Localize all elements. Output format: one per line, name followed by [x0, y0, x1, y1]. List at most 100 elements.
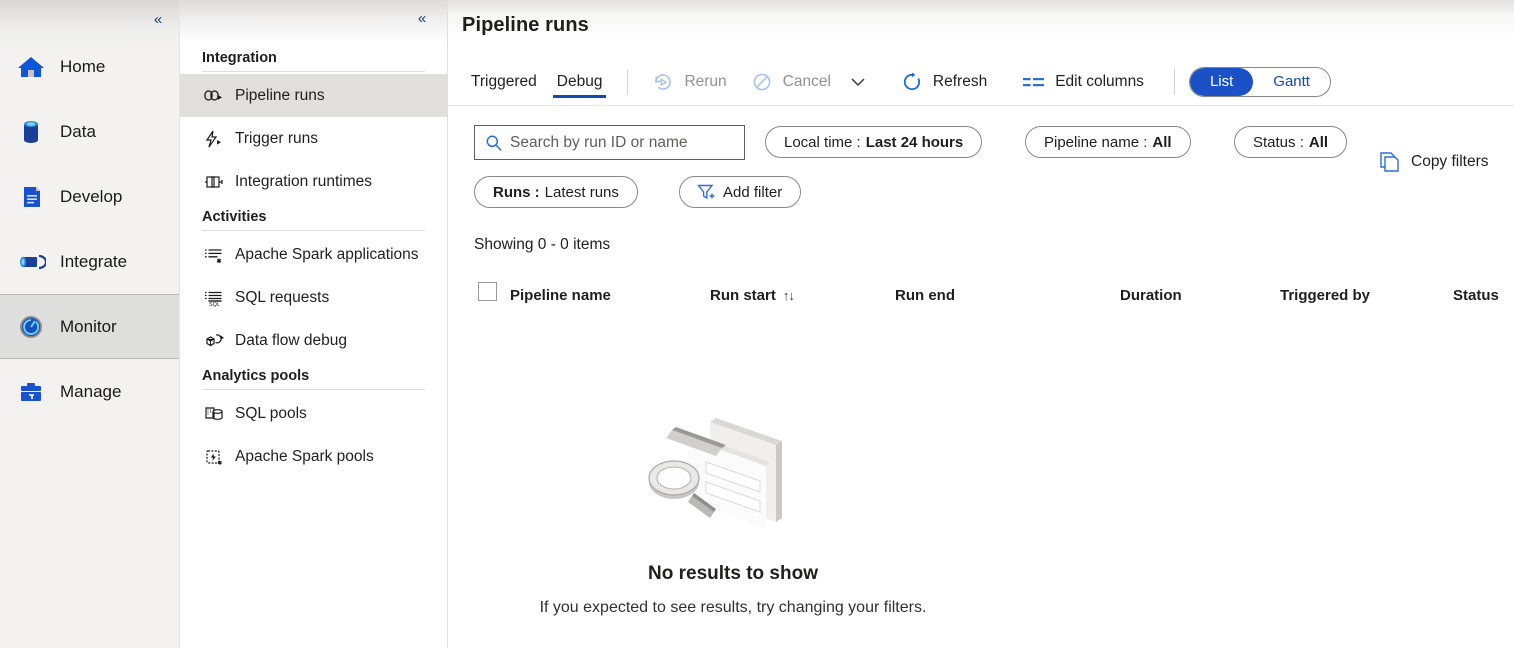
rail-item-integrate[interactable]: Integrate [0, 229, 179, 294]
copy-filters-button[interactable]: Copy filters [1376, 150, 1489, 174]
tab-label: Triggered [471, 72, 537, 90]
pane-group-title-activities: Activities [202, 209, 267, 225]
document-icon [12, 180, 50, 214]
monitor-gauge-icon [12, 310, 50, 344]
rail-item-label: Monitor [60, 316, 117, 336]
rail-item-home[interactable]: Home [0, 34, 179, 99]
toolbar-divider-2 [1173, 68, 1175, 95]
filter-status[interactable]: Status : All [1234, 126, 1348, 158]
edit-columns-button[interactable]: Edit columns [1013, 65, 1152, 99]
showing-items-count: Showing 0 - 0 items [474, 236, 611, 253]
pane-group-title-analytics-pools: Analytics pools [202, 368, 310, 384]
pane-item-label: Data flow debug [235, 331, 348, 349]
refresh-label: Refresh [932, 72, 988, 90]
search-icon [485, 134, 507, 152]
tab-label: Debug [556, 72, 603, 90]
filter-local-time-value: Last 24 hours [865, 133, 964, 151]
column-header-label: Duration [1120, 286, 1182, 304]
pane-item-integration-runtimes[interactable]: Integration runtimes [180, 160, 447, 203]
svg-text:SQL: SQL [209, 302, 220, 307]
rail-items: Home Data Develop Integrate Monitor Mana… [0, 0, 179, 424]
sql-pools-icon [202, 403, 226, 425]
primary-nav-rail: « Home Data Develop Integrate Monitor Ma… [0, 0, 180, 648]
view-toggle-list[interactable]: List [1189, 67, 1254, 96]
tab-debug[interactable]: Debug [548, 58, 612, 106]
rail-collapse-chevron-double-left-icon[interactable]: « [145, 6, 171, 32]
filter-pipeline-name[interactable]: Pipeline name : All [1025, 126, 1191, 158]
command-bar: Triggered Debug Rerun Cancel Refresh Edi… [448, 58, 1514, 106]
copy-pages-icon [1376, 150, 1404, 174]
sql-requests-icon: SQL [202, 287, 226, 309]
monitor-nav-pane: « Integration Pipeline runs Trigger runs… [180, 0, 448, 648]
rail-item-label: Data [60, 121, 96, 141]
pane-item-data-flow-debug[interactable]: Data flow debug [180, 319, 447, 362]
add-filter-button[interactable]: Add filter [679, 176, 802, 208]
funnel-plus-icon [694, 182, 718, 202]
pane-item-apache-spark-pools[interactable]: Apache Spark pools [180, 435, 447, 478]
pane-item-sql-requests[interactable]: SQL SQL requests [180, 276, 447, 319]
pane-item-sql-pools[interactable]: SQL pools [180, 392, 447, 435]
filter-local-time[interactable]: Local time : Last 24 hours [765, 126, 983, 158]
pane-item-pipeline-runs[interactable]: Pipeline runs [180, 74, 447, 117]
tab-triggered[interactable]: Triggered [462, 58, 546, 106]
column-header-triggered-by[interactable]: Triggered by [1280, 278, 1370, 312]
rail-item-manage[interactable]: Manage [0, 359, 179, 424]
pipeline-runs-icon [202, 85, 226, 107]
pane-item-trigger-runs[interactable]: Trigger runs [180, 117, 447, 160]
sort-indicator-icon[interactable]: ↑↓ [783, 288, 795, 303]
divider [202, 389, 425, 390]
rail-item-monitor[interactable]: Monitor [0, 294, 179, 359]
rail-item-label: Integrate [60, 251, 128, 271]
pane-item-apache-spark-applications[interactable]: Apache Spark applications [180, 233, 447, 276]
trigger-runs-icon [202, 128, 226, 150]
edit-columns-icon [1021, 71, 1047, 93]
pane-item-label: SQL requests [235, 288, 330, 306]
table-header: Pipeline name Run start ↑↓ Run end Durat… [448, 278, 1514, 312]
rerun-button[interactable]: Rerun [642, 65, 734, 99]
cancel-label: Cancel [782, 72, 831, 90]
search-input[interactable]: Search by run ID or name [474, 125, 745, 160]
rerun-label: Rerun [684, 72, 727, 90]
rail-item-data[interactable]: Data [0, 99, 179, 164]
column-header-label: Pipeline name [510, 286, 611, 304]
refresh-icon [899, 71, 925, 93]
rail-item-label: Manage [60, 381, 122, 401]
rail-item-label: Develop [60, 186, 123, 206]
column-header-duration[interactable]: Duration [1120, 278, 1182, 312]
view-toggle[interactable]: List Gantt [1188, 66, 1331, 97]
filter-runs-value: Latest runs [544, 183, 619, 201]
column-header-status[interactable]: Status [1453, 278, 1499, 312]
pane-item-label: Trigger runs [235, 129, 318, 147]
filter-status-value: All [1308, 133, 1329, 151]
column-header-run-end[interactable]: Run end [895, 278, 955, 312]
cancel-chevron-down-icon[interactable] [845, 67, 871, 97]
app-root: « Home Data Develop Integrate Monitor Ma… [0, 0, 1514, 648]
rail-item-develop[interactable]: Develop [0, 164, 179, 229]
view-toggle-gantt[interactable]: Gantt [1253, 68, 1330, 96]
spark-applications-icon [202, 244, 226, 266]
filter-pipeline-name-label: Pipeline name : [1044, 133, 1148, 151]
pipeline-icon [12, 245, 50, 279]
column-header-run-start[interactable]: Run start ↑↓ [710, 278, 795, 312]
refresh-button[interactable]: Refresh [891, 65, 995, 99]
add-filter-label: Add filter [723, 183, 783, 201]
filter-runs[interactable]: Runs : Latest runs [474, 176, 638, 208]
home-icon [12, 50, 50, 84]
column-header-label: Status [1453, 286, 1499, 304]
pane-collapse-chevron-double-left-icon[interactable]: « [409, 5, 435, 31]
database-icon [12, 115, 50, 149]
divider [202, 230, 425, 231]
pane-item-label: Integration runtimes [235, 172, 372, 190]
cancel-button[interactable]: Cancel [741, 65, 839, 99]
pane-item-label: Pipeline runs [235, 86, 325, 104]
column-header-label: Run start [710, 286, 776, 304]
filter-runs-label: Runs : [493, 183, 540, 201]
column-header-pipeline-name[interactable]: Pipeline name [510, 278, 611, 312]
divider [202, 71, 425, 72]
select-all-checkbox[interactable] [478, 282, 497, 301]
filter-status-label: Status : [1253, 133, 1304, 151]
pane-group-title-integration: Integration [202, 50, 277, 66]
main-content: Pipeline runs Triggered Debug Rerun Canc… [448, 0, 1514, 648]
pane-item-label: SQL pools [235, 404, 307, 422]
page-title: Pipeline runs [462, 14, 589, 36]
